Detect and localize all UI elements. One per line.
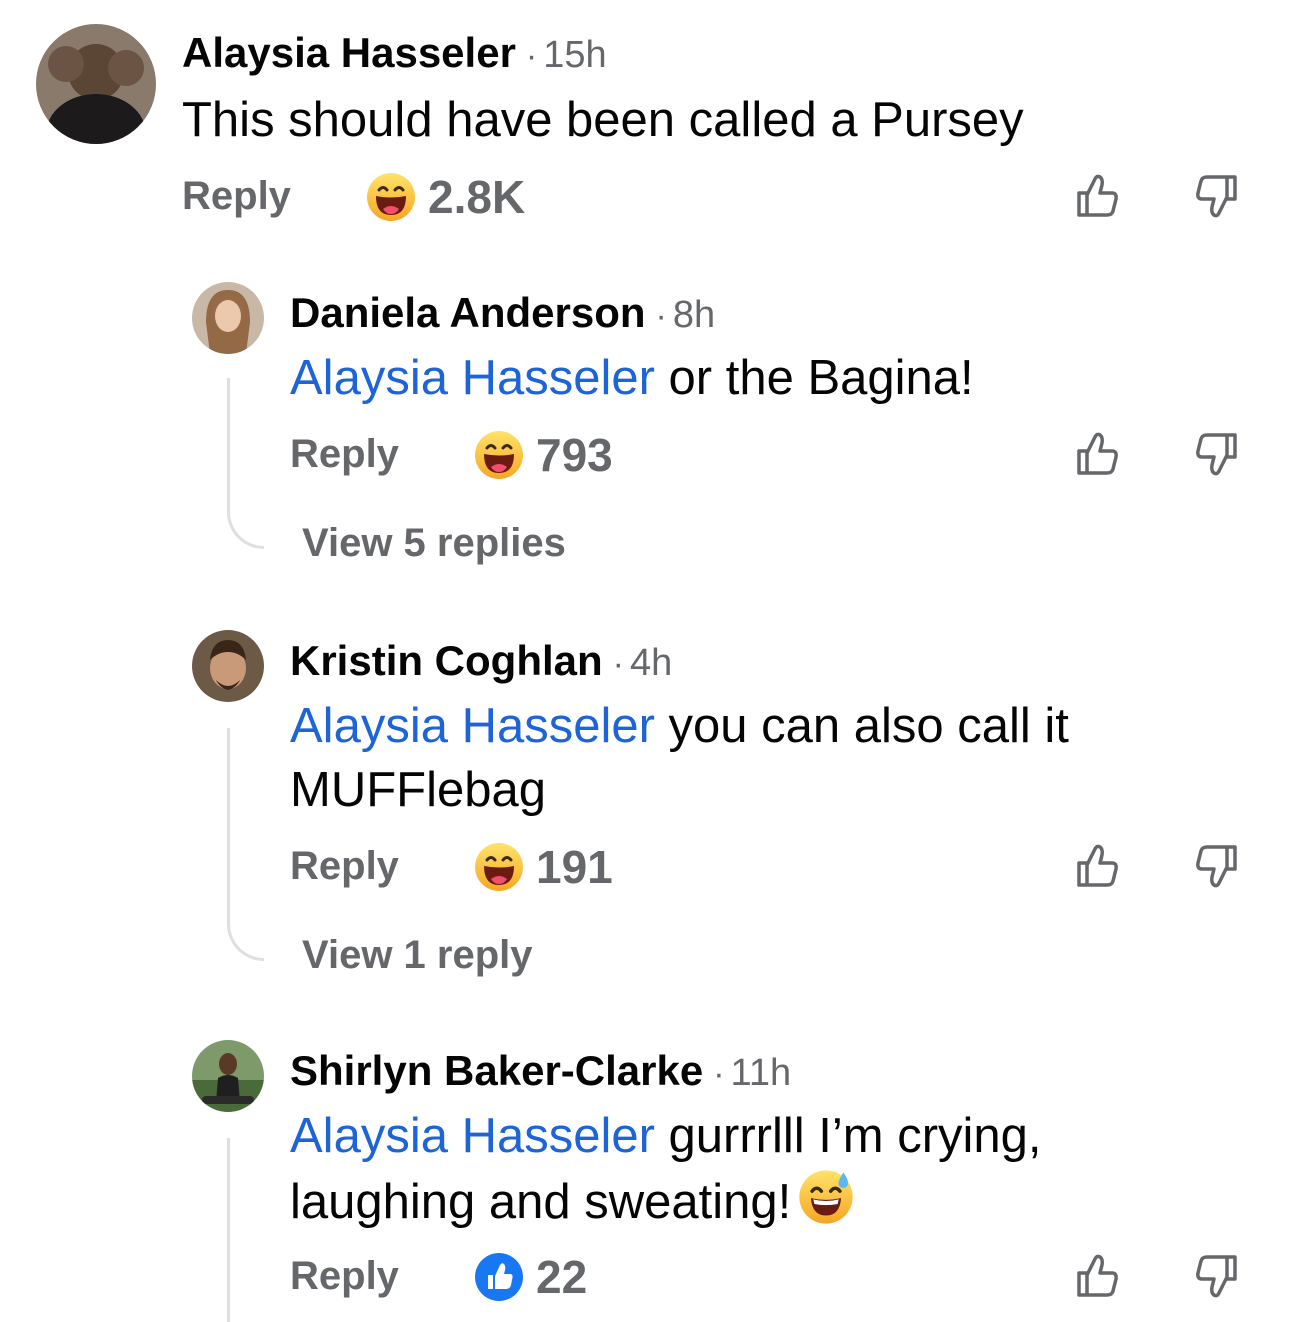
reaction-count: 191 bbox=[536, 841, 613, 893]
timestamp: 11h bbox=[730, 1052, 792, 1094]
avatar[interactable] bbox=[192, 1040, 264, 1112]
author-name[interactable]: Daniela Anderson bbox=[290, 289, 646, 336]
like-icon[interactable] bbox=[1070, 427, 1124, 481]
reaction-count: 2.8K bbox=[428, 171, 526, 223]
dislike-icon[interactable] bbox=[1190, 839, 1244, 893]
separator-dot: · bbox=[655, 297, 667, 335]
like-icon[interactable] bbox=[1070, 839, 1124, 893]
mention-link[interactable]: Alaysia Hasseler bbox=[290, 1109, 655, 1163]
author-name[interactable]: Kristin Coghlan bbox=[290, 637, 603, 684]
comment-actions: Reply 793 bbox=[290, 424, 1252, 484]
reply-button[interactable]: Reply bbox=[290, 424, 399, 484]
comment-body: or the Bagina! bbox=[654, 351, 974, 405]
separator-dot: · bbox=[525, 37, 538, 75]
author-name[interactable]: Alaysia Hasseler bbox=[182, 29, 516, 76]
comment-actions: Reply 22 bbox=[290, 1246, 1252, 1306]
reply-button[interactable]: Reply bbox=[182, 166, 291, 226]
comment-text: Alaysia Hasseler gurrrlll I’m crying, la… bbox=[290, 1104, 1190, 1234]
comment-actions: Reply 2.8K bbox=[182, 166, 1252, 226]
author-name[interactable]: Shirlyn Baker-Clarke bbox=[290, 1047, 703, 1094]
laughing-emoji-icon bbox=[366, 172, 416, 222]
mention-link[interactable]: Alaysia Hasseler bbox=[290, 351, 655, 405]
like-icon[interactable] bbox=[1070, 169, 1124, 223]
dislike-icon[interactable] bbox=[1190, 1249, 1244, 1303]
thread-line bbox=[227, 728, 230, 908]
timestamp: 8h bbox=[672, 294, 716, 336]
thread-line bbox=[227, 378, 230, 496]
like-reaction-icon bbox=[474, 1252, 524, 1302]
separator-dot: · bbox=[612, 645, 624, 683]
laughing-emoji-icon bbox=[474, 842, 524, 892]
reaction-count: 22 bbox=[536, 1251, 588, 1303]
avatar[interactable] bbox=[36, 24, 156, 144]
timestamp: 15h bbox=[543, 34, 607, 76]
avatar[interactable] bbox=[192, 282, 264, 354]
separator-dot: · bbox=[713, 1055, 725, 1093]
reply-button[interactable]: Reply bbox=[290, 1246, 399, 1306]
timestamp: 4h bbox=[630, 642, 673, 684]
comment-text: Alaysia Hasseler you can also call it MU… bbox=[290, 694, 1190, 822]
comment-text: This should have been called a Pursey bbox=[182, 88, 1232, 152]
avatar[interactable] bbox=[192, 630, 264, 702]
sweat-smile-emoji-icon bbox=[797, 1168, 855, 1226]
view-replies-link[interactable]: View 5 replies bbox=[302, 518, 566, 568]
laughing-emoji-icon bbox=[474, 430, 524, 480]
view-replies-link[interactable]: View 1 reply bbox=[302, 930, 533, 980]
dislike-icon[interactable] bbox=[1190, 169, 1244, 223]
like-icon[interactable] bbox=[1070, 1249, 1124, 1303]
mention-link[interactable]: Alaysia Hasseler bbox=[290, 699, 655, 753]
reaction-count: 793 bbox=[536, 429, 613, 481]
thread-line-curve bbox=[227, 496, 264, 549]
thread-line-curve bbox=[227, 908, 264, 961]
comment-body: This should have been called a Pursey bbox=[182, 93, 1024, 147]
dislike-icon[interactable] bbox=[1190, 427, 1244, 481]
thread-line bbox=[227, 1138, 230, 1322]
comment-actions: Reply 191 bbox=[290, 836, 1252, 896]
comment-text: Alaysia Hasseler or the Bagina! bbox=[290, 346, 1190, 410]
reply-button[interactable]: Reply bbox=[290, 836, 399, 896]
